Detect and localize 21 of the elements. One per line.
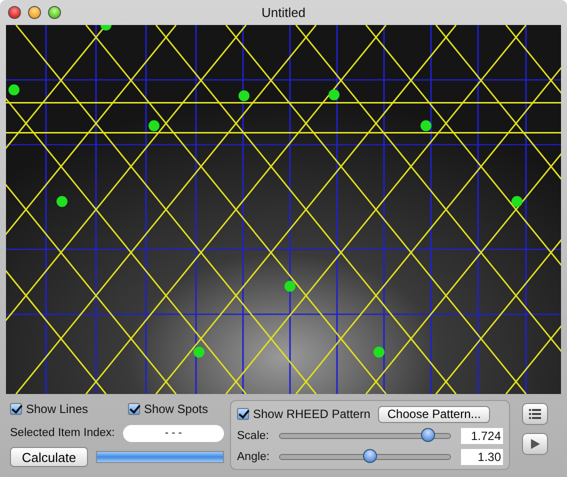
show-spots-checkbox[interactable]: Show Spots: [128, 402, 208, 416]
list-icon: [529, 409, 541, 419]
selected-index-label: Selected Item Index:: [10, 427, 115, 439]
show-rheed-checkbox[interactable]: Show RHEED Pattern: [237, 407, 370, 421]
calculate-button[interactable]: Calculate: [10, 447, 88, 467]
slider-thumb[interactable]: [363, 448, 378, 462]
value-field[interactable]: 1.724: [461, 428, 503, 444]
play-button[interactable]: [522, 433, 548, 455]
play-icon: [530, 439, 540, 449]
minimize-button[interactable]: [28, 6, 41, 18]
slider-thumb[interactable]: [420, 428, 435, 442]
show-lines-checkbox[interactable]: Show Lines: [10, 402, 88, 416]
window-title: Untitled: [261, 4, 306, 20]
slider-label: Angle:: [237, 450, 271, 462]
selected-index-field[interactable]: - - -: [122, 424, 224, 442]
close-button[interactable]: [8, 6, 21, 18]
zoom-button[interactable]: [48, 6, 61, 18]
choose-pattern-button[interactable]: Choose Pattern...: [378, 406, 490, 422]
list-button[interactable]: [522, 403, 548, 425]
slider-label: Scale:: [237, 430, 270, 442]
value-field[interactable]: 1.30: [461, 448, 503, 464]
